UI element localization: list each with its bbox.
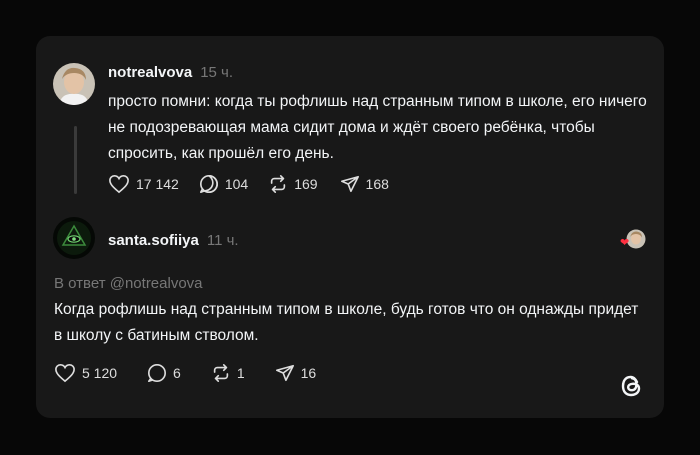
repost-count: 1 xyxy=(236,365,245,381)
thread-line xyxy=(74,126,77,194)
avatar-notrealvova[interactable] xyxy=(53,63,95,105)
comment-button[interactable]: 104 xyxy=(199,174,248,194)
post1-actions: 17 142 104 169 168 xyxy=(108,174,389,194)
threads-logo-icon[interactable] xyxy=(618,372,644,405)
username[interactable]: santa.sofiiya xyxy=(108,232,199,249)
red-heart-icon: ❤ xyxy=(620,237,630,249)
post2-header: santa.sofiiya 11 ч. xyxy=(108,232,239,249)
like-count: 17 142 xyxy=(136,176,179,192)
share-count: 168 xyxy=(365,176,389,192)
share-count: 16 xyxy=(300,365,317,381)
comment-button[interactable]: 6 xyxy=(147,363,181,383)
repost-count: 169 xyxy=(294,176,318,192)
share-button[interactable]: 16 xyxy=(275,363,317,383)
timestamp: 11 ч. xyxy=(206,232,239,249)
heart-outline-icon xyxy=(54,363,76,383)
post1-header: notrealvova 15 ч. xyxy=(108,64,233,81)
post2-text: Когда рофлишь над странным типом в школе… xyxy=(54,301,639,344)
repost-button[interactable]: 1 xyxy=(211,363,245,383)
post1-text: просто помни: когда ты рофлишь над стран… xyxy=(108,93,647,162)
avatar-santa-sofiiya[interactable] xyxy=(53,217,95,259)
timestamp: 15 ч. xyxy=(200,64,234,81)
paper-plane-icon xyxy=(275,363,295,383)
comment-bubble-icon xyxy=(199,174,219,194)
post2-actions: 5 120 6 1 16 xyxy=(54,363,316,383)
repost-arrows-icon xyxy=(211,363,231,383)
repost-arrows-icon xyxy=(268,174,288,194)
paper-plane-icon xyxy=(340,174,360,194)
comment-count: 6 xyxy=(173,365,181,381)
repost-button[interactable]: 169 xyxy=(268,174,318,194)
reply-to-label[interactable]: В ответ @notrealvova xyxy=(54,275,203,292)
threads-card: notrealvova 15 ч. просто помни: когда ты… xyxy=(36,36,664,418)
username[interactable]: notrealvova xyxy=(108,64,192,81)
share-button[interactable]: 168 xyxy=(340,174,389,194)
like-button[interactable]: 5 120 xyxy=(54,363,117,383)
heart-outline-icon xyxy=(108,174,130,194)
like-count: 5 120 xyxy=(82,365,118,381)
comment-bubble-icon xyxy=(147,363,167,383)
like-button[interactable]: 17 142 xyxy=(108,174,179,194)
comment-count: 104 xyxy=(224,176,249,192)
